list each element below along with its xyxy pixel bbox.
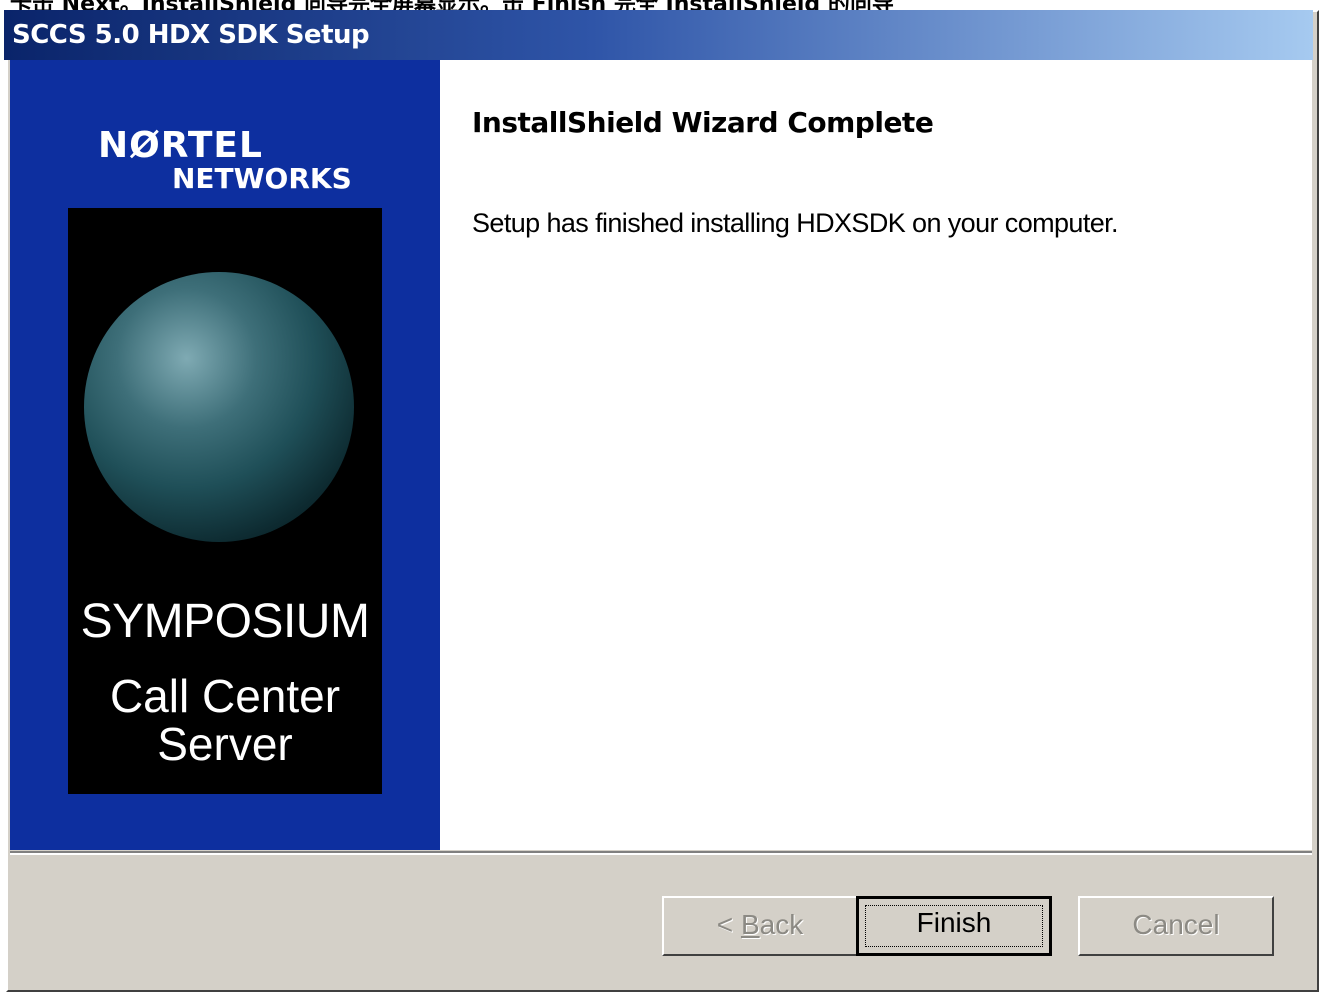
logo-line2: NETWORKS <box>172 162 352 195</box>
cancel-button-label: Cancel <box>1132 909 1220 940</box>
back-button-rest: ack <box>759 909 804 940</box>
nortel-networks-logo: NØRTEL NETWORKS <box>98 128 352 194</box>
back-button-mnemonic: B <box>740 909 760 940</box>
window-title: SCCS 5.0 HDX SDK Setup <box>12 20 370 50</box>
wizard-heading: InstallShield Wizard Complete <box>472 106 934 139</box>
back-button-prefix: < <box>716 909 741 940</box>
product-subtitle: Call Center Server <box>68 672 382 768</box>
cancel-button[interactable]: Cancel <box>1078 896 1274 956</box>
finish-button[interactable]: Finish <box>856 896 1052 956</box>
button-area-divider-highlight <box>10 853 1312 855</box>
product-subtitle-line2: Server <box>157 718 293 770</box>
product-name: SYMPOSIUM <box>80 595 370 648</box>
completion-message: Setup has finished installing HDXSDK on … <box>472 208 1119 238</box>
product-subtitle-line1: Call Center <box>109 670 341 722</box>
globe-image <box>84 272 354 542</box>
logo-line1: NØRTEL <box>98 125 263 166</box>
back-button[interactable]: < Back <box>662 896 858 956</box>
content-panel: InstallShield Wizard Complete Setup has … <box>440 60 1312 850</box>
branding-panel: NØRTEL NETWORKS SYMPOSIUM Call Center Se… <box>10 60 440 850</box>
product-artwork: SYMPOSIUM Call Center Server <box>68 208 382 794</box>
finish-button-label: Finish <box>916 907 992 938</box>
title-bar[interactable]: SCCS 5.0 HDX SDK Setup <box>4 10 1313 60</box>
